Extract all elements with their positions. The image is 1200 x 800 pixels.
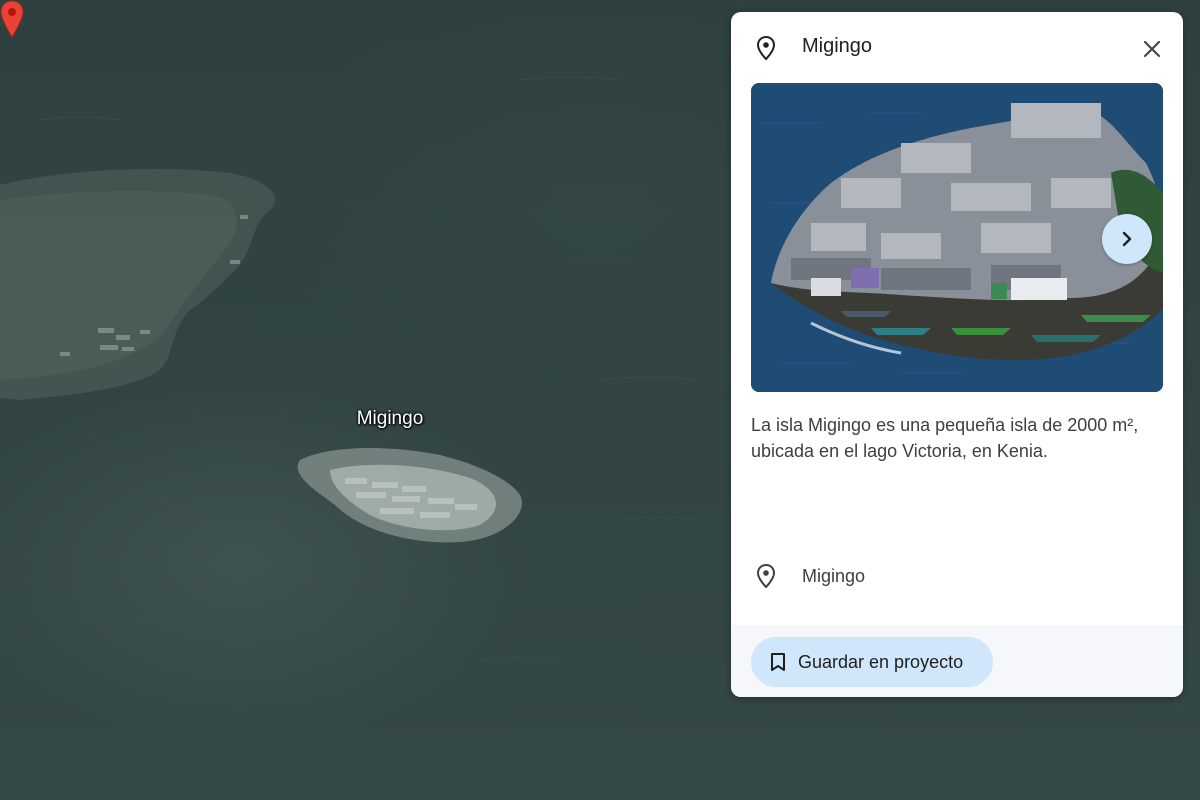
panel-footer: Guardar en proyecto bbox=[731, 625, 1183, 697]
place-description: La isla Migingo es una pequeña isla de 2… bbox=[751, 415, 1139, 461]
location-pin-icon bbox=[756, 563, 776, 589]
save-button-label: Guardar en proyecto bbox=[798, 651, 964, 672]
save-to-project-button[interactable]: Guardar en proyecto bbox=[751, 637, 993, 687]
map-marker-label[interactable]: Migingo bbox=[330, 408, 450, 430]
location-pin-icon bbox=[756, 35, 776, 61]
bookmark-icon bbox=[771, 653, 785, 671]
place-photo[interactable] bbox=[751, 83, 1163, 392]
close-button[interactable] bbox=[1136, 33, 1168, 65]
close-icon bbox=[1143, 40, 1161, 58]
place-info-panel: Migingo La isla Migingo es una pequeña i… bbox=[731, 12, 1183, 697]
map-marker-icon[interactable] bbox=[0, 0, 24, 38]
chevron-right-icon bbox=[1122, 231, 1132, 247]
panel-header: Migingo bbox=[731, 12, 1183, 82]
place-name: Migingo bbox=[802, 566, 866, 586]
place-location-row[interactable]: Migingo bbox=[751, 561, 1163, 591]
panel-title: Migingo bbox=[802, 35, 873, 57]
next-photo-button[interactable] bbox=[1102, 214, 1152, 264]
